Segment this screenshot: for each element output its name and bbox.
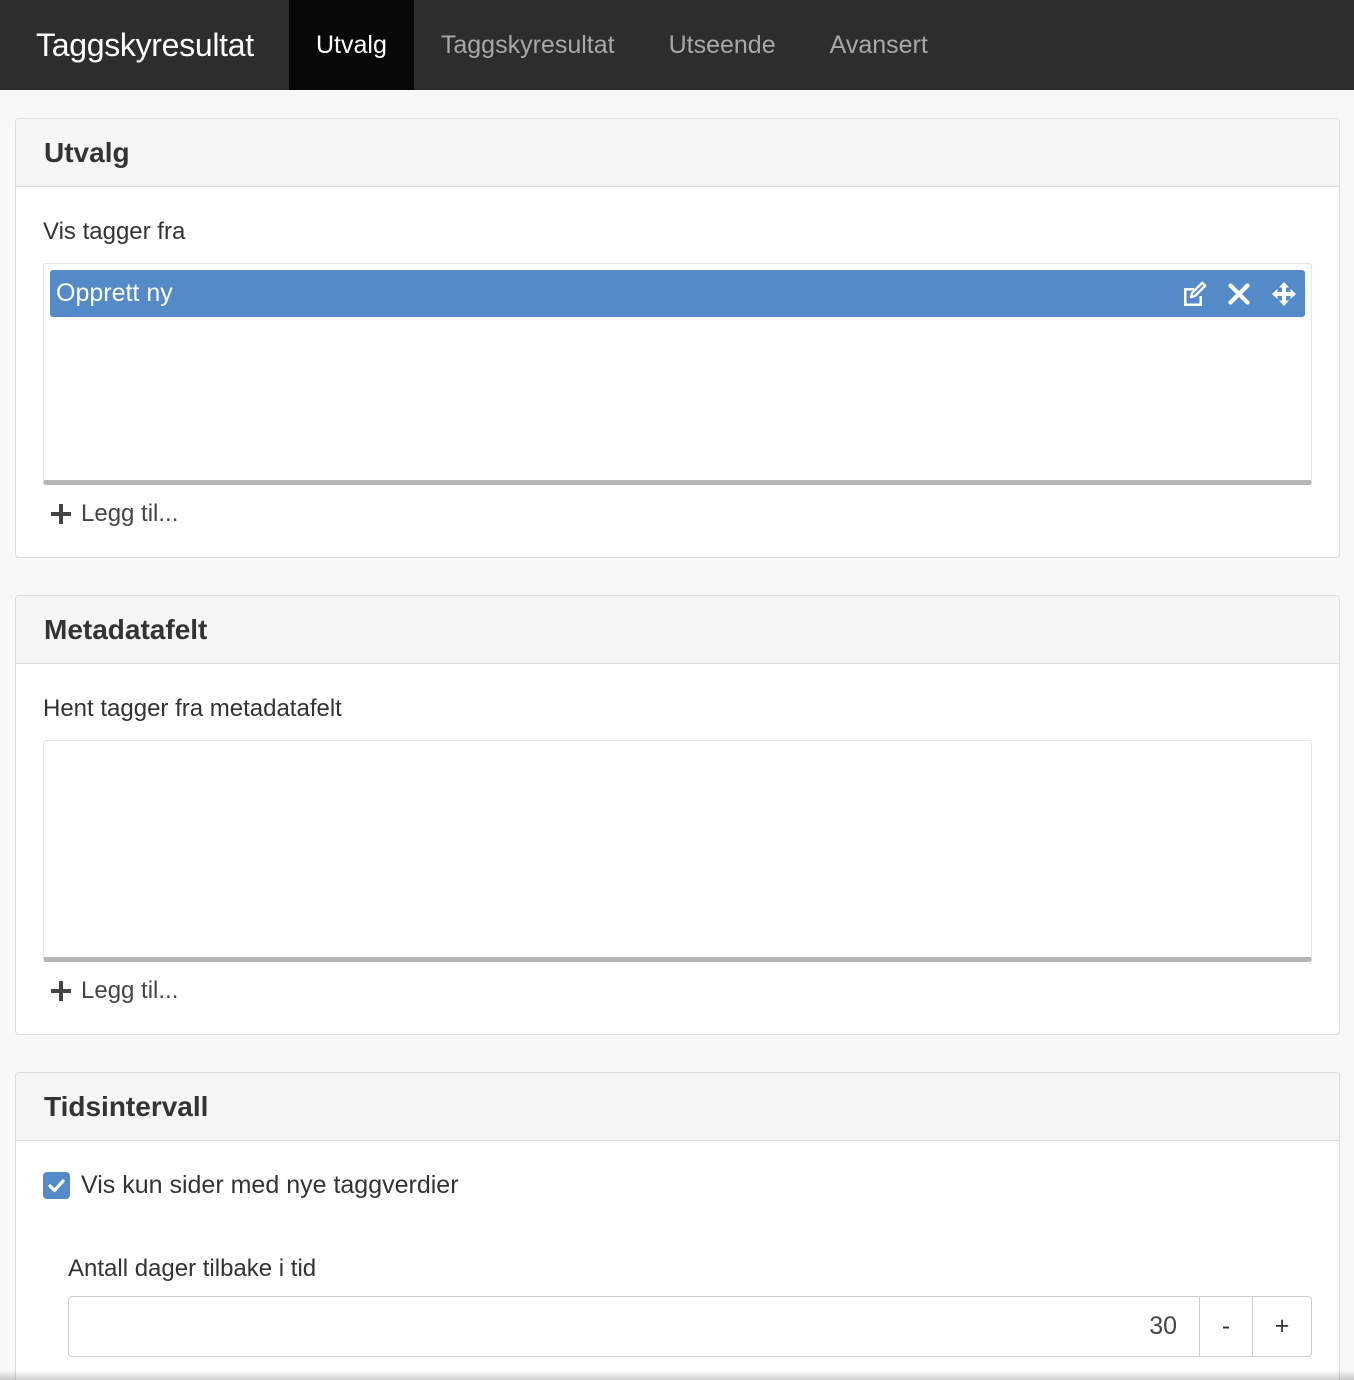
- antall-dager-input[interactable]: [69, 1297, 1199, 1356]
- tab-utseende[interactable]: Utseende: [642, 0, 803, 90]
- decrement-button[interactable]: -: [1199, 1297, 1252, 1356]
- panel-utvalg-body: Vis tagger fra Opprett ny Legg til...: [16, 187, 1339, 557]
- close-icon[interactable]: [1223, 278, 1254, 309]
- tab-utvalg[interactable]: Utvalg: [289, 0, 414, 90]
- plus-icon: [51, 504, 71, 524]
- edit-icon[interactable]: [1178, 278, 1209, 309]
- bottom-shadow: [0, 1370, 1354, 1380]
- metadatafelt-add-button[interactable]: Legg til...: [50, 974, 1312, 1008]
- app-brand[interactable]: Taggskyresultat: [0, 0, 289, 90]
- utvalg-add-label: Legg til...: [81, 500, 179, 527]
- nye-taggverdier-checkbox[interactable]: [43, 1172, 70, 1199]
- list-item-actions: [1178, 278, 1299, 309]
- antall-dager-stepper: - +: [68, 1296, 1312, 1357]
- main-content: Utvalg Vis tagger fra Opprett ny Legg ti…: [0, 90, 1354, 1380]
- top-navbar: Taggskyresultat Utvalg Taggskyresultat U…: [0, 0, 1354, 90]
- vis-tagger-fra-list[interactable]: Opprett ny: [43, 263, 1312, 485]
- plus-icon: [51, 981, 71, 1001]
- antall-dager-label: Antall dager tilbake i tid: [68, 1255, 317, 1282]
- nye-taggverdier-row: Vis kun sider med nye taggverdier: [43, 1171, 1312, 1200]
- list-item[interactable]: Opprett ny: [50, 270, 1305, 317]
- panel-utvalg: Utvalg Vis tagger fra Opprett ny Legg ti…: [15, 118, 1340, 558]
- panel-tidsintervall-title: Tidsintervall: [16, 1073, 1339, 1141]
- panel-metadatafelt-title: Metadatafelt: [16, 596, 1339, 664]
- panel-tidsintervall-body: Vis kun sider med nye taggverdier Antall…: [16, 1141, 1339, 1380]
- metadatafelt-add-label: Legg til...: [81, 977, 179, 1004]
- metadatafelt-list[interactable]: [43, 740, 1312, 962]
- panel-tidsintervall: Tidsintervall Vis kun sider med nye tagg…: [15, 1072, 1340, 1380]
- panel-metadatafelt-body: Hent tagger fra metadatafelt Legg til...: [16, 664, 1339, 1034]
- hent-tagger-label: Hent tagger fra metadatafelt: [43, 695, 342, 722]
- antall-dager-field: Antall dager tilbake i tid - +: [68, 1252, 1312, 1357]
- tab-taggskyresultat[interactable]: Taggskyresultat: [414, 0, 642, 90]
- utvalg-add-button[interactable]: Legg til...: [50, 497, 1312, 531]
- nye-taggverdier-label[interactable]: Vis kun sider med nye taggverdier: [81, 1171, 459, 1200]
- list-item-label: Opprett ny: [56, 279, 173, 307]
- vis-tagger-fra-label: Vis tagger fra: [43, 218, 186, 245]
- panel-utvalg-title: Utvalg: [16, 119, 1339, 187]
- panel-metadatafelt: Metadatafelt Hent tagger fra metadatafel…: [15, 595, 1340, 1035]
- check-icon: [48, 1179, 65, 1193]
- move-icon[interactable]: [1268, 278, 1299, 309]
- increment-button[interactable]: +: [1252, 1297, 1311, 1356]
- tab-avansert[interactable]: Avansert: [803, 0, 955, 90]
